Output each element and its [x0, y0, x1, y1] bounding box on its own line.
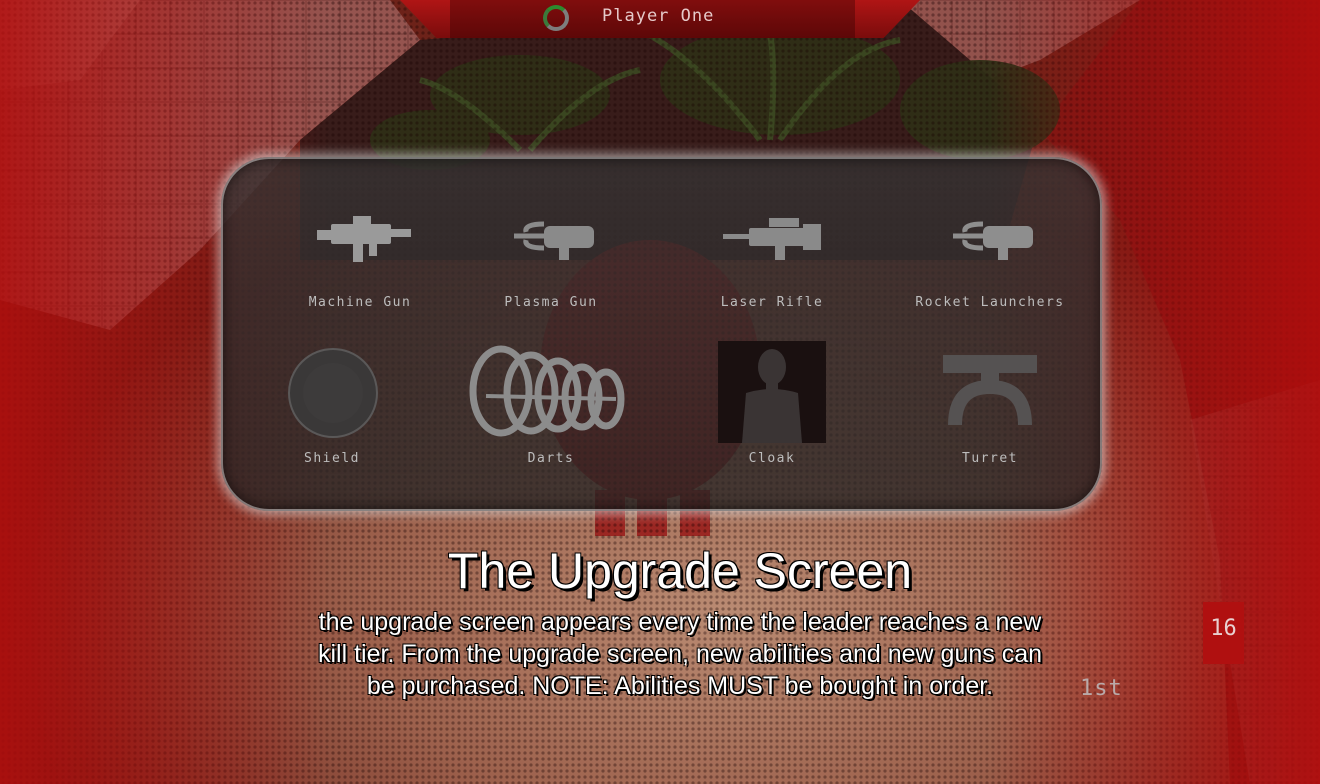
upgrade-darts[interactable]: Darts: [446, 339, 656, 469]
shield-icon: [288, 348, 378, 438]
upgrade-turret[interactable]: Turret: [885, 339, 1095, 469]
upgrade-label: Turret: [962, 451, 1018, 466]
laser-rifle-icon: [723, 218, 821, 260]
loading-ring-icon: [543, 5, 569, 31]
rocket-launcher-icon: [953, 221, 1033, 260]
machine-gun-icon: [317, 216, 411, 262]
caption-description: the upgrade screen appears every time th…: [240, 606, 1120, 702]
upgrade-machine-gun[interactable]: Machine Gun: [255, 209, 465, 319]
upgrade-label: Cloak: [748, 451, 796, 466]
upgrade-laser-rifle[interactable]: Laser Rifle: [667, 209, 877, 319]
caption-title: The Upgrade Screen: [447, 543, 913, 599]
plasma-gun-icon: [514, 221, 594, 260]
upgrade-label: Machine Gun: [308, 295, 412, 310]
cloak-icon: [718, 341, 826, 443]
upgrade-plasma-gun[interactable]: Plasma Gun: [446, 209, 656, 319]
upgrade-rocket-launchers[interactable]: Rocket Launchers: [885, 209, 1095, 319]
turret-icon: [943, 355, 1037, 426]
kill-count: 16: [1210, 616, 1237, 641]
upgrade-label: Shield: [304, 451, 360, 466]
player-rank: 1st: [1080, 676, 1123, 701]
player-name: Player One: [602, 6, 715, 26]
darts-icon: [469, 345, 625, 437]
caption-line: kill tier. From the upgrade screen, new …: [318, 640, 1042, 668]
upgrade-cloak[interactable]: Cloak: [667, 339, 877, 469]
upgrade-label: Darts: [527, 451, 575, 466]
upgrade-panel: Machine Gun Plasma Gun Laser Rifle Rocke…: [221, 157, 1102, 511]
upgrade-shield[interactable]: Shield: [227, 339, 437, 469]
caption-line: the upgrade screen appears every time th…: [318, 608, 1042, 636]
caption-line: be purchased. NOTE: Abilities MUST be bo…: [366, 672, 994, 700]
upgrade-label: Rocket Launchers: [915, 295, 1065, 310]
upgrade-label: Laser Rifle: [720, 295, 824, 310]
upgrade-label: Plasma Gun: [504, 295, 598, 310]
